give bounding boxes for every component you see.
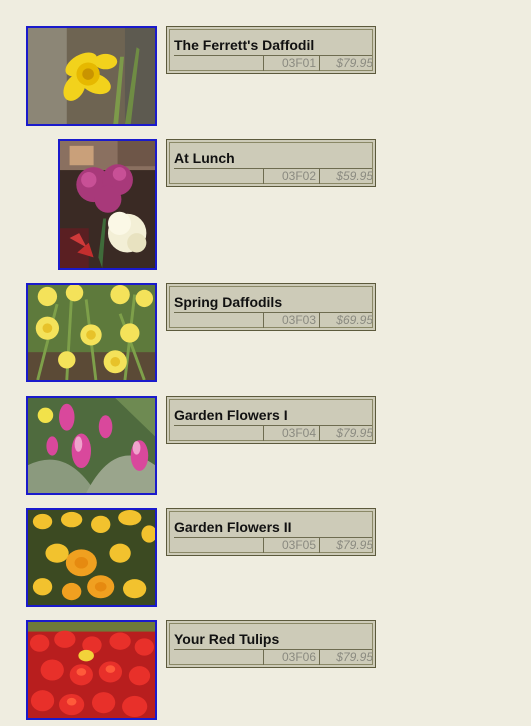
product-price: $79.95 bbox=[319, 426, 374, 441]
daffodil-photo[interactable] bbox=[26, 26, 157, 126]
product-info-box: Your Red Tulips 03F06 $79.95 bbox=[166, 620, 376, 668]
product-code: 03F05 bbox=[263, 538, 319, 553]
product-price: $59.95 bbox=[319, 169, 374, 184]
product-title[interactable]: The Ferrett's Daffodil bbox=[174, 37, 314, 53]
product-title[interactable]: Garden Flowers II bbox=[174, 519, 291, 535]
product-code: 03F04 bbox=[263, 426, 319, 441]
product-code: 03F06 bbox=[263, 650, 319, 665]
product-title[interactable]: Your Red Tulips bbox=[174, 631, 279, 647]
product-info-box: Spring Daffodils 03F03 $69.95 bbox=[166, 283, 376, 331]
product-info-box: The Ferrett's Daffodil 03F01 $79.95 bbox=[166, 26, 376, 74]
product-code: 03F01 bbox=[263, 56, 319, 71]
product-info-box: Garden Flowers II 03F05 $79.95 bbox=[166, 508, 376, 556]
product-code: 03F02 bbox=[263, 169, 319, 184]
flower-bouquet-photo[interactable] bbox=[58, 139, 157, 270]
daffodils-field-photo[interactable] bbox=[26, 283, 157, 382]
product-price: $79.95 bbox=[319, 538, 374, 553]
product-price: $79.95 bbox=[319, 650, 374, 665]
product-info-box: At Lunch 03F02 $59.95 bbox=[166, 139, 376, 187]
product-price: $69.95 bbox=[319, 313, 374, 328]
product-price: $79.95 bbox=[319, 56, 374, 71]
yellow-tulips-photo[interactable] bbox=[26, 508, 157, 607]
product-info-box: Garden Flowers I 03F04 $79.95 bbox=[166, 396, 376, 444]
product-title[interactable]: Garden Flowers I bbox=[174, 407, 288, 423]
product-title[interactable]: At Lunch bbox=[174, 150, 235, 166]
hyacinth-garden-photo[interactable] bbox=[26, 396, 157, 495]
red-tulips-photo[interactable] bbox=[26, 620, 157, 720]
product-title[interactable]: Spring Daffodils bbox=[174, 294, 282, 310]
product-code: 03F03 bbox=[263, 313, 319, 328]
